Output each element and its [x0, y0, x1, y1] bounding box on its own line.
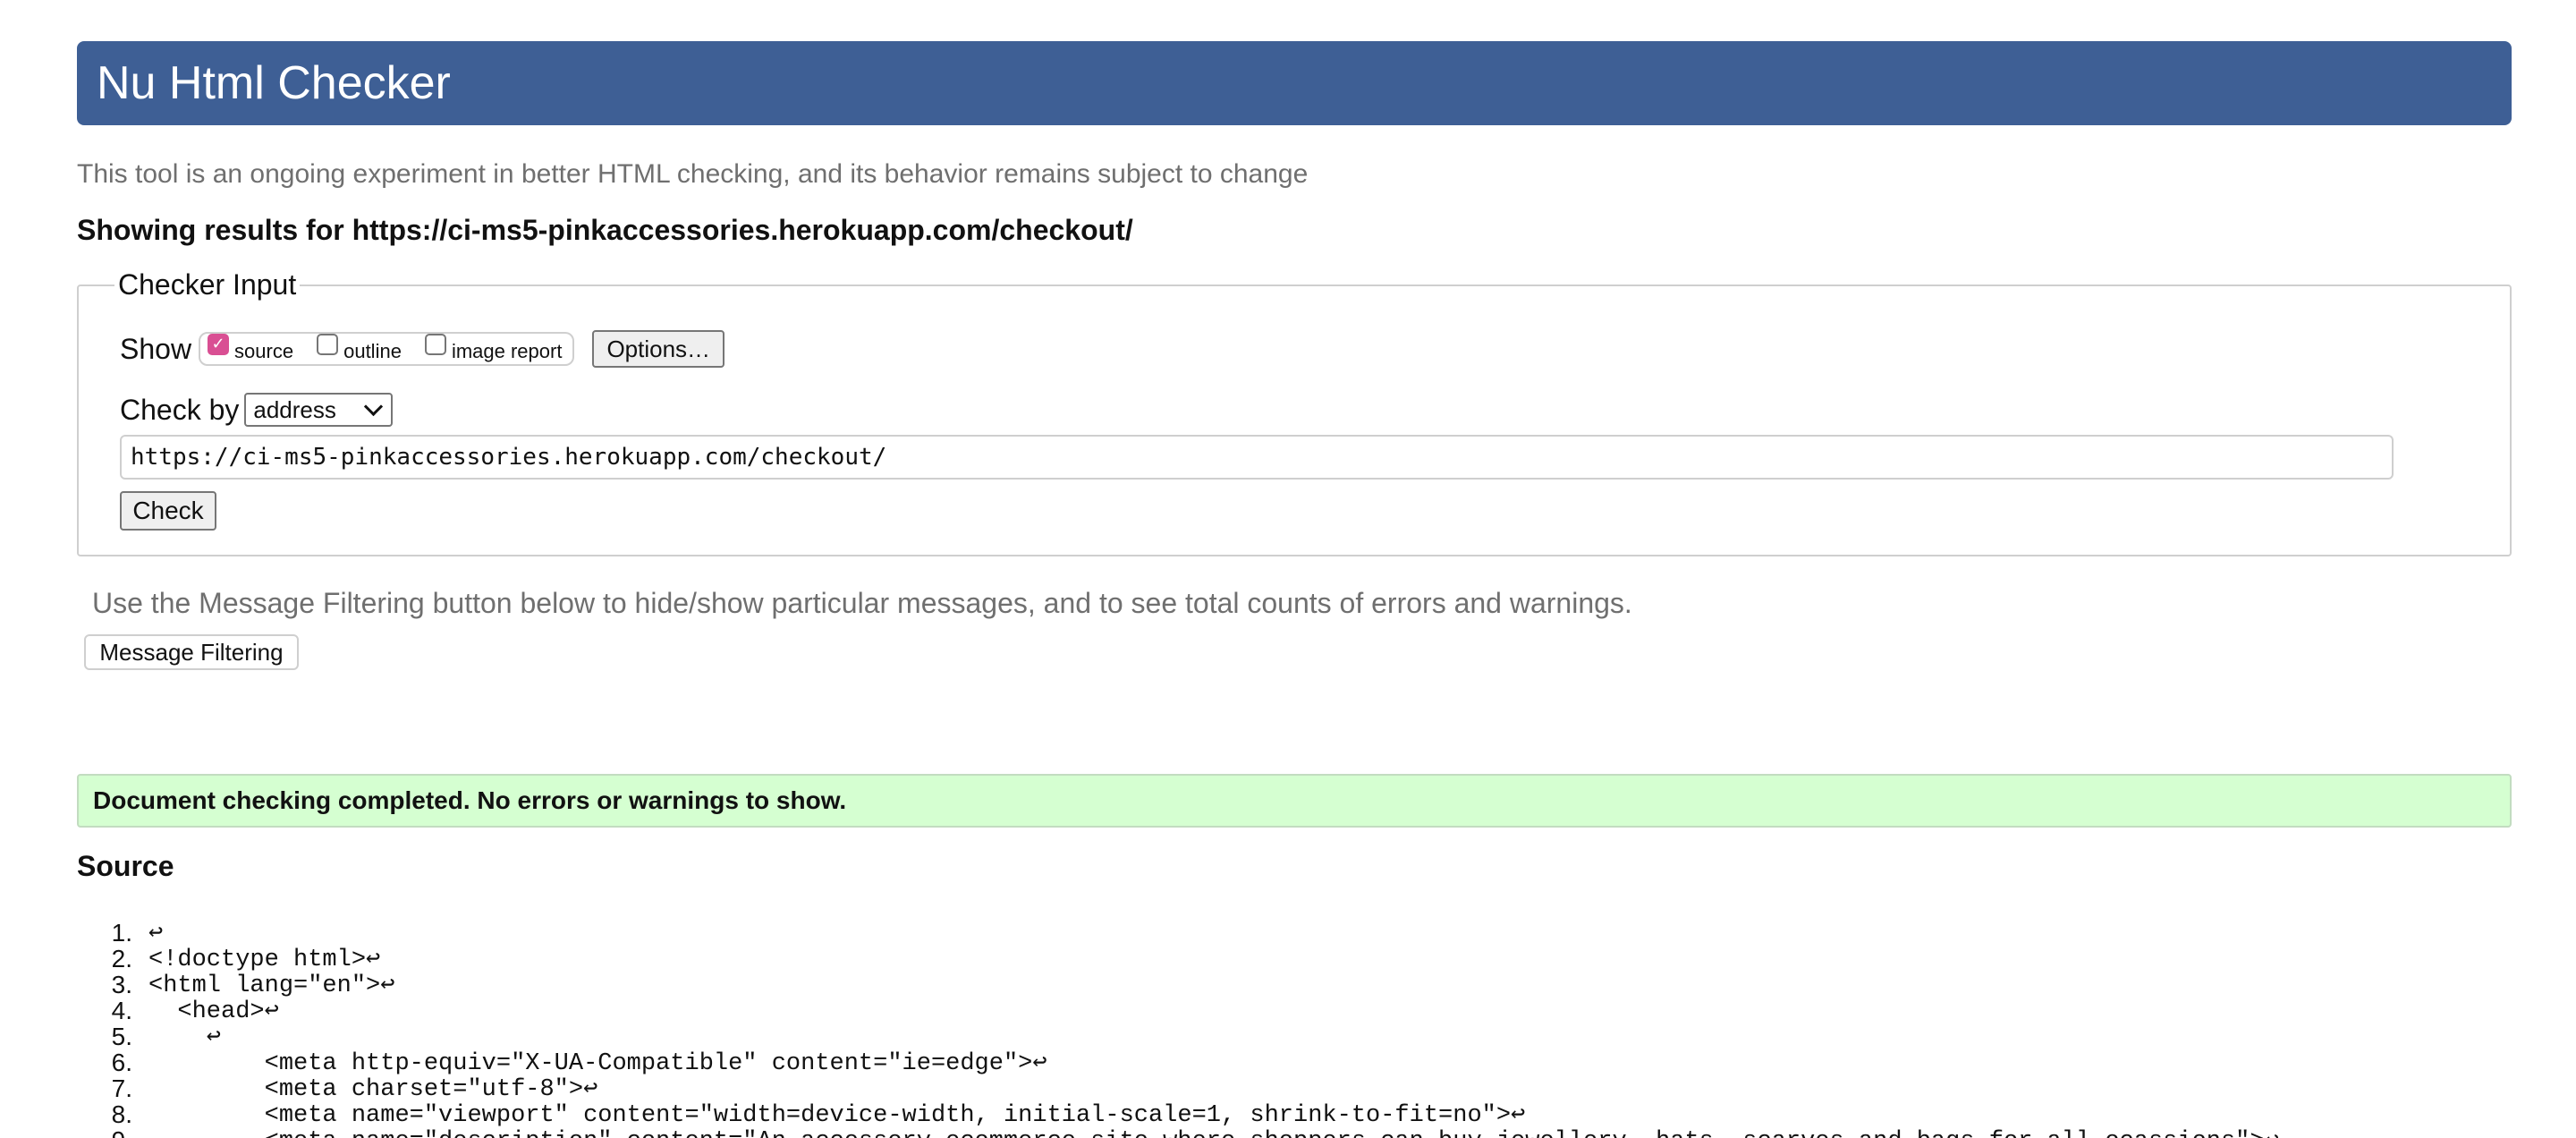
outline-checkbox[interactable] [317, 334, 339, 355]
show-label: Show [120, 332, 192, 365]
source-line: 7. <meta charset="utf-8">↩ [77, 1074, 2279, 1104]
page-title: Nu Html Checker [97, 57, 451, 109]
show-image-report-option[interactable]: image report [424, 334, 563, 362]
source-checkbox[interactable]: ✓ [208, 334, 230, 355]
line-number: 4. [111, 996, 132, 1024]
check-by-select[interactable]: address [244, 393, 394, 427]
check-by-selected-value: address [253, 395, 336, 423]
header-bar: Nu Html Checker [77, 41, 2512, 125]
message-filtering-note: Use the Message Filtering button below t… [92, 587, 1632, 619]
source-line: 2. <!doctype html>↩ [77, 944, 2279, 974]
source-line: 9. <meta name="description" content="An … [77, 1125, 2279, 1138]
source-heading: Source [77, 850, 174, 882]
tagline: This tool is an ongoing experiment in be… [77, 159, 1309, 189]
line-number: 7. [111, 1074, 132, 1102]
source-line: 3. <html lang="en">↩ [77, 970, 2279, 1000]
check-mark-icon: ✓ [211, 335, 225, 353]
check-button[interactable]: Check [120, 491, 216, 531]
source-line: 8. <meta name="viewport" content="width=… [77, 1100, 2279, 1130]
line-number: 5. [111, 1022, 132, 1050]
line-number: 3. [111, 970, 132, 998]
chevron-down-icon [364, 396, 384, 416]
outline-option-label: outline [343, 340, 402, 362]
source-line: 5. ↩ [77, 1022, 2279, 1052]
checker-input-fieldset: Checker Input Show ✓ source outline imag… [77, 268, 2512, 556]
source-line: 4. <head>↩ [77, 996, 2279, 1026]
source-option-label: source [234, 340, 294, 362]
source-listing: 1. ↩ 2. <!doctype html>↩ 3. <html lang="… [77, 918, 2279, 1138]
status-success-message: Document checking completed. No errors o… [77, 774, 2512, 828]
image-report-option-label: image report [451, 340, 563, 362]
source-line: 6. <meta http-equiv="X-UA-Compatible" co… [77, 1048, 2279, 1078]
line-number: 2. [111, 944, 132, 972]
line-number: 8. [111, 1100, 132, 1128]
line-number: 1. [111, 918, 132, 947]
source-line: 1. ↩ [77, 918, 2279, 948]
url-input[interactable]: https://ci-ms5-pinkaccessories.herokuapp… [120, 435, 2394, 480]
image-report-checkbox[interactable] [424, 334, 446, 355]
show-outline-option[interactable]: outline [317, 334, 402, 362]
results-heading: Showing results for https://ci-ms5-pinka… [77, 214, 1133, 246]
checker-input-legend: Checker Input [114, 268, 301, 301]
line-number: 6. [111, 1048, 132, 1076]
show-source-option[interactable]: ✓ source [208, 334, 294, 362]
show-options-group: ✓ source outline image report [199, 332, 575, 366]
check-by-label: Check by [120, 393, 240, 426]
options-button[interactable]: Options… [592, 330, 725, 368]
line-code: <meta name="description" content="An acc… [148, 1125, 2279, 1138]
message-filtering-button[interactable]: Message Filtering [84, 634, 299, 670]
line-number: 9. [77, 1126, 148, 1138]
show-row: Show ✓ source outline image report Optio… [120, 329, 725, 369]
check-by-row: Check by address [120, 392, 394, 428]
